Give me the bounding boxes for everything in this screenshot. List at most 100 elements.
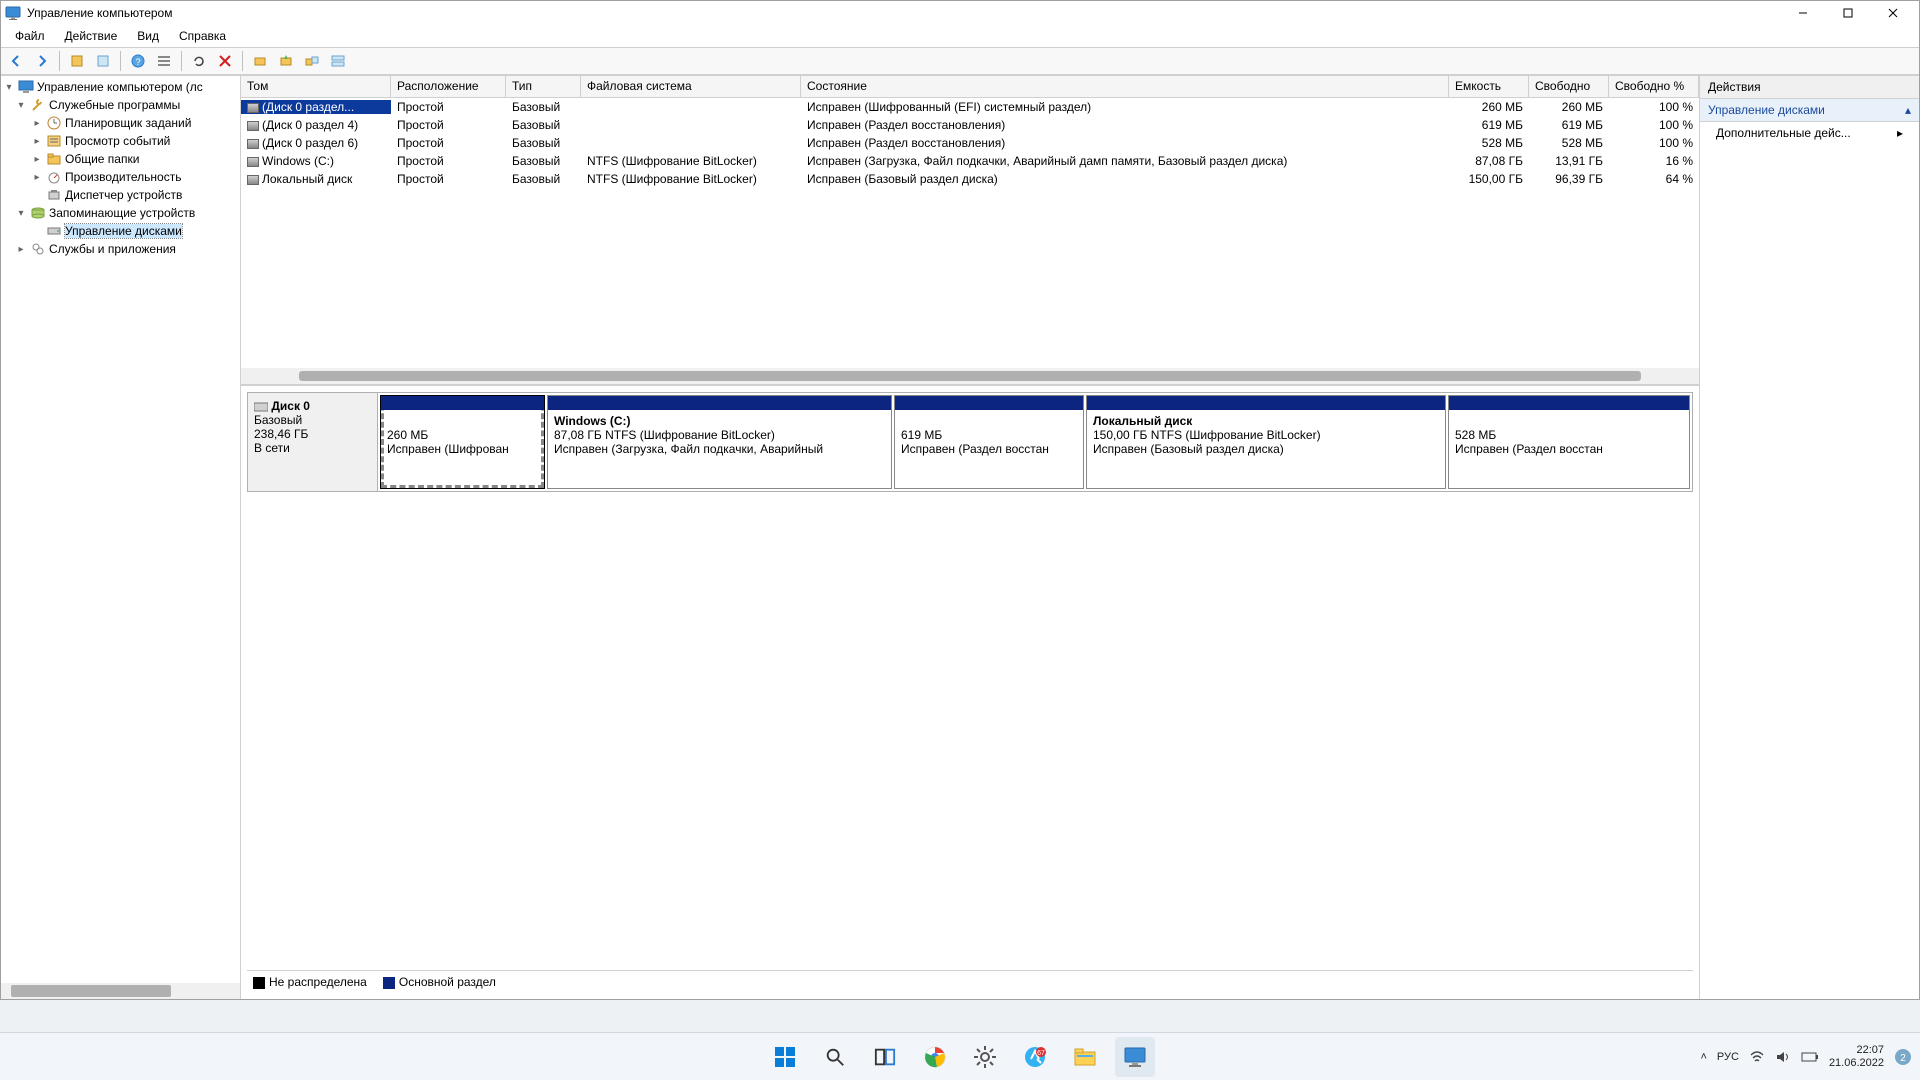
menu-action[interactable]: Действие xyxy=(55,27,128,45)
services-icon xyxy=(30,241,46,257)
svg-text:67: 67 xyxy=(1037,1050,1045,1057)
col-cap[interactable]: Емкость xyxy=(1449,76,1529,97)
app-icon-1[interactable]: 67 xyxy=(1015,1037,1055,1077)
tool-d[interactable] xyxy=(327,50,349,72)
actions-more[interactable]: Дополнительные дейс... ▸ xyxy=(1700,122,1919,144)
col-type[interactable]: Тип xyxy=(506,76,581,97)
col-freepct[interactable]: Свободно % xyxy=(1609,76,1699,97)
partition[interactable]: 260 МБ Исправен (Шифрован xyxy=(380,395,545,489)
task-view-button[interactable] xyxy=(865,1037,905,1077)
volume-row[interactable]: (Диск 0 раздел 6) Простой Базовый Исправ… xyxy=(241,134,1699,152)
tree-event-viewer[interactable]: ▸ Просмотр событий xyxy=(1,132,240,150)
tree-disk-management[interactable]: Управление дисками xyxy=(1,222,240,240)
tray-clock[interactable]: 22:07 21.06.2022 xyxy=(1829,1044,1884,1070)
volume-icon xyxy=(247,175,259,185)
tray-lang[interactable]: РУС xyxy=(1717,1051,1739,1063)
volume-icon xyxy=(247,139,259,149)
col-volume[interactable]: Том xyxy=(241,76,391,97)
legend-unallocated-swatch xyxy=(253,977,265,989)
col-fs[interactable]: Файловая система xyxy=(581,76,801,97)
compmgmt-icon[interactable] xyxy=(1115,1037,1155,1077)
help-button[interactable]: ? xyxy=(127,50,149,72)
disk-icon xyxy=(46,223,62,239)
collapse-icon: ▴ xyxy=(1905,103,1911,117)
col-layout[interactable]: Расположение xyxy=(391,76,506,97)
menubar: Файл Действие Вид Справка xyxy=(1,25,1919,47)
volume-icon xyxy=(247,121,259,131)
tree-root[interactable]: ▾ Управление компьютером (лс xyxy=(1,78,240,96)
actions-header: Действия xyxy=(1700,76,1919,99)
system-tray[interactable]: ˄ РУС 22:07 21.06.2022 2 xyxy=(1700,1044,1912,1070)
col-free[interactable]: Свободно xyxy=(1529,76,1609,97)
explorer-icon[interactable] xyxy=(1065,1037,1105,1077)
event-icon xyxy=(46,133,62,149)
tool-b[interactable] xyxy=(275,50,297,72)
separator xyxy=(242,51,243,71)
taskbar[interactable]: 67 ˄ РУС 22:07 21.06.2022 2 xyxy=(0,1032,1920,1080)
chevron-right-icon: ▸ xyxy=(1897,126,1903,140)
tool-a[interactable] xyxy=(249,50,271,72)
tree-hscrollbar[interactable] xyxy=(1,983,240,999)
app-icon xyxy=(5,5,21,21)
volume-row[interactable]: (Диск 0 раздел... Простой Базовый Исправ… xyxy=(241,98,1699,116)
volume-list: Том Расположение Тип Файловая система Со… xyxy=(241,76,1699,385)
tool-c[interactable] xyxy=(301,50,323,72)
storage-icon xyxy=(30,205,46,221)
wifi-icon[interactable] xyxy=(1749,1049,1765,1065)
disk-row[interactable]: Диск 0 Базовый 238,46 ГБ В сети 260 МБ И… xyxy=(247,392,1693,492)
tree-storage[interactable]: ▾ Запоминающие устройств xyxy=(1,204,240,222)
volume-icon[interactable] xyxy=(1775,1049,1791,1065)
col-status[interactable]: Состояние xyxy=(801,76,1449,97)
forward-button[interactable] xyxy=(31,50,53,72)
settings-icon[interactable] xyxy=(965,1037,1005,1077)
disk-graphical-area: Диск 0 Базовый 238,46 ГБ В сети 260 МБ И… xyxy=(241,385,1699,999)
tree-system-tools[interactable]: ▾ Служебные программы xyxy=(1,96,240,114)
maximize-button[interactable] xyxy=(1825,1,1870,25)
partition[interactable]: 528 МБ Исправен (Раздел восстан xyxy=(1448,395,1690,489)
menu-view[interactable]: Вид xyxy=(127,27,169,45)
perf-icon xyxy=(46,169,62,185)
up-button[interactable] xyxy=(66,50,88,72)
list-button[interactable] xyxy=(153,50,175,72)
tray-chevron-icon[interactable]: ˄ xyxy=(1700,1051,1706,1063)
nav-tree[interactable]: ▾ Управление компьютером (лс ▾ Служебные… xyxy=(1,76,241,999)
battery-icon[interactable] xyxy=(1801,1051,1819,1063)
refresh-button[interactable] xyxy=(188,50,210,72)
chrome-icon[interactable] xyxy=(915,1037,955,1077)
device-icon xyxy=(46,187,62,203)
search-button[interactable] xyxy=(815,1037,855,1077)
tree-performance[interactable]: ▸ Производительность xyxy=(1,168,240,186)
notifications-icon[interactable]: 2 xyxy=(1894,1048,1912,1066)
start-button[interactable] xyxy=(765,1037,805,1077)
legend-primary-swatch xyxy=(383,977,395,989)
separator xyxy=(181,51,182,71)
tree-shared-folders[interactable]: ▸ Общие папки xyxy=(1,150,240,168)
menu-file[interactable]: Файл xyxy=(5,27,55,45)
properties-button[interactable] xyxy=(92,50,114,72)
volume-hscrollbar[interactable] xyxy=(241,368,1699,384)
disk-info[interactable]: Диск 0 Базовый 238,46 ГБ В сети xyxy=(248,393,378,491)
svg-text:?: ? xyxy=(135,57,140,67)
toolbar: ? xyxy=(1,47,1919,75)
actions-section[interactable]: Управление дисками ▴ xyxy=(1700,99,1919,122)
minimize-button[interactable] xyxy=(1780,1,1825,25)
tree-device-manager[interactable]: Диспетчер устройств xyxy=(1,186,240,204)
tree-services-apps[interactable]: ▸ Службы и приложения xyxy=(1,240,240,258)
back-button[interactable] xyxy=(5,50,27,72)
close-button[interactable] xyxy=(1870,1,1915,25)
tools-icon xyxy=(30,97,46,113)
delete-button[interactable] xyxy=(214,50,236,72)
volume-header[interactable]: Том Расположение Тип Файловая система Со… xyxy=(241,76,1699,98)
disk-partitions: 260 МБ Исправен (Шифрован Windows (C:) 8… xyxy=(378,393,1692,491)
tree-task-scheduler[interactable]: ▸ Планировщик заданий xyxy=(1,114,240,132)
partition[interactable]: 619 МБ Исправен (Раздел восстан xyxy=(894,395,1084,489)
volume-row[interactable]: Локальный диск Простой Базовый NTFS (Шиф… xyxy=(241,170,1699,188)
menu-help[interactable]: Справка xyxy=(169,27,236,45)
volume-icon xyxy=(247,103,259,113)
volume-row[interactable]: (Диск 0 раздел 4) Простой Базовый Исправ… xyxy=(241,116,1699,134)
separator xyxy=(59,51,60,71)
partition[interactable]: Windows (C:) 87,08 ГБ NTFS (Шифрование B… xyxy=(547,395,892,489)
disk-icon xyxy=(254,401,268,413)
partition[interactable]: Локальный диск 150,00 ГБ NTFS (Шифровани… xyxy=(1086,395,1446,489)
volume-row[interactable]: Windows (C:) Простой Базовый NTFS (Шифро… xyxy=(241,152,1699,170)
